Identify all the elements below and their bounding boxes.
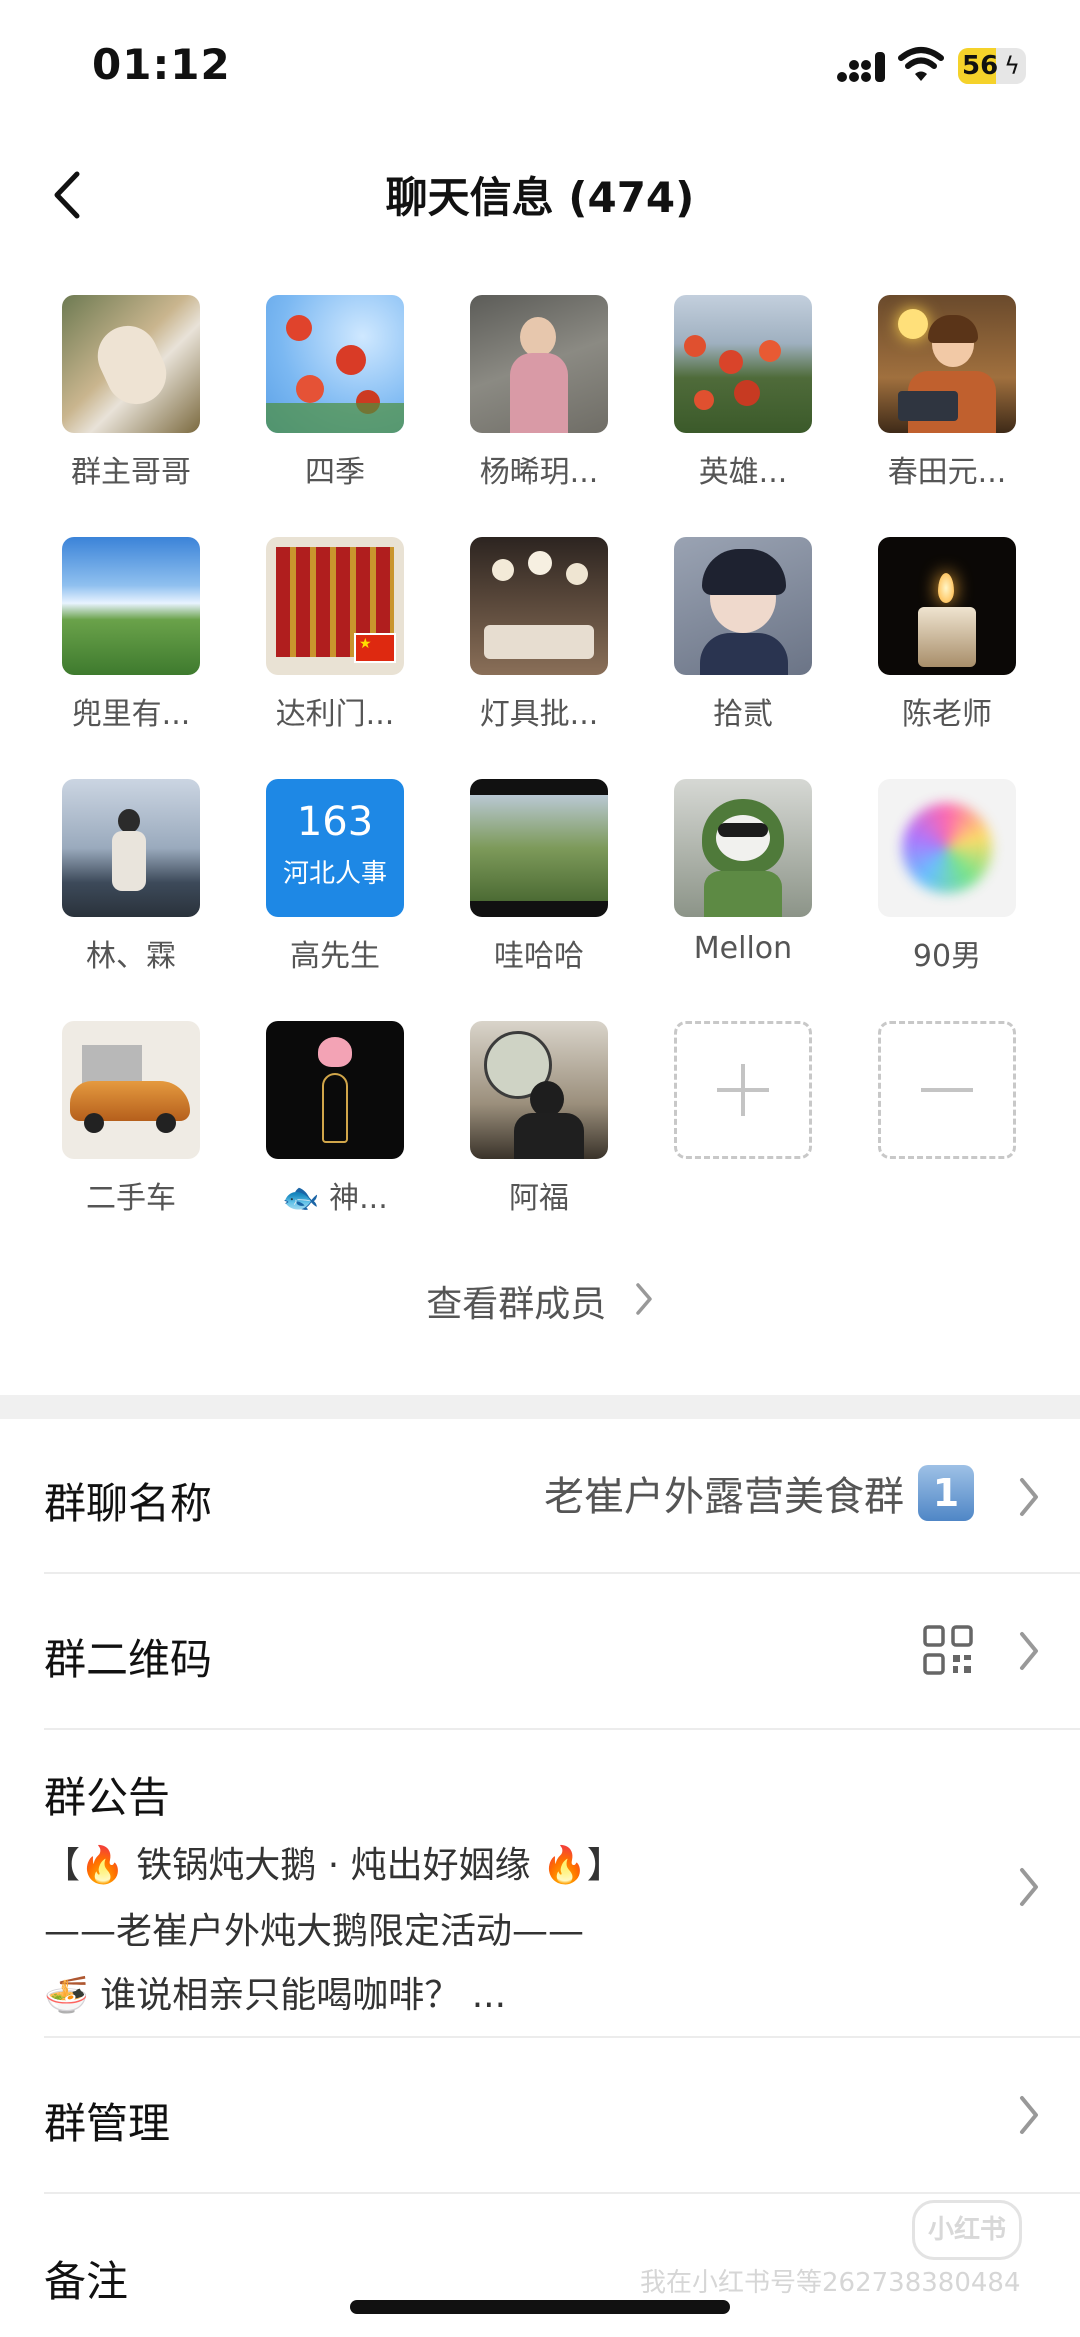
member-tile[interactable]: 群主哥哥 (41, 295, 221, 491)
status-bar: 01:12 56 ϟ (0, 0, 1080, 130)
avatar (674, 779, 812, 917)
avatar (470, 1021, 608, 1159)
avatar: 163 河北人事 (266, 779, 404, 917)
announcement-line: 【🔥 铁锅炖大鹅 · 炖出好姻缘 🔥】 (44, 1845, 623, 1886)
charging-bolt-icon: ϟ (1004, 52, 1020, 80)
member-name: 拾贰 (713, 697, 773, 732)
chevron-right-icon (1020, 1478, 1038, 1516)
member-tile[interactable]: 🐟 神... (245, 1021, 425, 1217)
group-qr-label: 群二维码 (44, 1635, 213, 1684)
group-qr-row[interactable]: 群二维码 (0, 1574, 1080, 1728)
keycap-one-badge: 1 (918, 1465, 974, 1521)
group-announcement-row[interactable]: 群公告 【🔥 铁锅炖大鹅 · 炖出好姻缘 🔥】 ——老崔户外炖大鹅限定活动—— … (0, 1730, 1080, 2036)
member-name: 灯具批... (479, 697, 599, 732)
avatar (470, 295, 608, 433)
group-name-value: 老崔户外露营美食群 1 (544, 1464, 974, 1522)
member-name: 陈老师 (902, 697, 992, 732)
member-name: 达利门... (275, 697, 395, 732)
member-tile[interactable]: Mellon (653, 779, 833, 966)
member-name: 林、霖 (86, 939, 176, 974)
member-tile[interactable]: 哇哈哈 (449, 779, 629, 975)
member-name: 哇哈哈 (494, 939, 584, 974)
view-members-label: 查看群成员 (426, 1284, 607, 1325)
plus-icon (717, 1064, 769, 1116)
member-tile[interactable]: 二手车 (41, 1021, 221, 1217)
member-tile[interactable]: 陈老师 (857, 537, 1037, 733)
chevron-right-icon (1020, 1868, 1038, 1906)
qr-code-icon (923, 1625, 973, 1675)
member-tile[interactable]: 90男 (857, 779, 1037, 975)
member-name: 兜里有... (71, 697, 191, 732)
remove-member-button[interactable] (857, 1021, 1037, 1159)
avatar: ★ (266, 537, 404, 675)
avatar (674, 537, 812, 675)
cellular-signal-icon (837, 52, 885, 82)
avatar (470, 779, 608, 917)
group-name-text: 老崔户外露营美食群 (544, 1474, 904, 1520)
member-tile[interactable]: 英雄... (653, 295, 833, 491)
avatar-text: 河北人事 (282, 859, 387, 889)
avatar (62, 1021, 200, 1159)
remove-tile[interactable] (878, 1021, 1016, 1159)
add-member-button[interactable] (653, 1021, 833, 1159)
avatar-text: 163 (296, 799, 374, 845)
group-manage-label: 群管理 (44, 2099, 171, 2148)
page-title: 聊天信息 (474) (385, 173, 695, 222)
member-tile[interactable]: 林、霖 (41, 779, 221, 975)
member-name: 英雄... (698, 455, 788, 490)
battery-level: 56 (962, 51, 999, 81)
chevron-right-icon (1020, 1632, 1038, 1670)
status-time: 01:12 (92, 40, 231, 89)
member-tile[interactable]: ★ 达利门... (245, 537, 425, 733)
avatar (266, 1021, 404, 1159)
member-name: 🐟 神... (282, 1181, 388, 1216)
view-members-link[interactable]: 查看群成员 (0, 1275, 1080, 1327)
avatar (878, 537, 1016, 675)
member-tile[interactable]: 163 河北人事 高先生 (245, 779, 425, 975)
group-name-row[interactable]: 群聊名称 老崔户外露营美食群 1 (0, 1420, 1080, 1572)
wifi-icon (898, 47, 944, 81)
member-tile[interactable]: 杨晞玥... (449, 295, 629, 491)
member-name: 阿福 (509, 1181, 569, 1216)
avatar (266, 295, 404, 433)
member-name: 四季 (305, 455, 365, 490)
member-tile[interactable]: 拾贰 (653, 537, 833, 733)
group-manage-row[interactable]: 群管理 (0, 2038, 1080, 2192)
add-tile[interactable] (674, 1021, 812, 1159)
avatar (470, 537, 608, 675)
announcement-line: ——老崔户外炖大鹅限定活动—— (44, 1911, 585, 1952)
member-name: 春田元... (887, 455, 1007, 490)
group-name-label: 群聊名称 (44, 1479, 213, 1528)
member-name: 90男 (912, 939, 982, 974)
watermark-text: 我在小红书号等262738380484 (640, 2268, 1021, 2298)
member-name: Mellon (693, 931, 793, 966)
member-name: 二手车 (86, 1181, 176, 1216)
avatar (62, 295, 200, 433)
group-announcement-label: 群公告 (44, 1773, 171, 1822)
nav-bar: 聊天信息 (474) (0, 140, 1080, 250)
section-divider (0, 1395, 1080, 1419)
avatar (62, 537, 200, 675)
watermark-logo: 小红书 (912, 2200, 1022, 2260)
remark-label: 备注 (44, 2257, 129, 2306)
avatar (878, 779, 1016, 917)
chevron-right-icon (1020, 2096, 1038, 2134)
member-tile[interactable]: 阿福 (449, 1021, 629, 1217)
avatar (62, 779, 200, 917)
member-tile[interactable]: 春田元... (857, 295, 1037, 491)
member-name: 高先生 (290, 939, 380, 974)
chevron-right-icon (634, 1282, 654, 1325)
member-tile[interactable]: 四季 (245, 295, 425, 491)
member-name: 杨晞玥... (479, 455, 599, 490)
member-tile[interactable]: 灯具批... (449, 537, 629, 733)
avatar (878, 295, 1016, 433)
battery-icon: 56 ϟ (958, 48, 1026, 84)
avatar (674, 295, 812, 433)
member-name: 群主哥哥 (71, 455, 191, 490)
member-tile[interactable]: 兜里有... (41, 537, 221, 733)
home-indicator (350, 2300, 730, 2314)
announcement-line: 🍜 谁说相亲只能喝咖啡？ ... (44, 1975, 507, 2016)
minus-icon (921, 1088, 973, 1092)
